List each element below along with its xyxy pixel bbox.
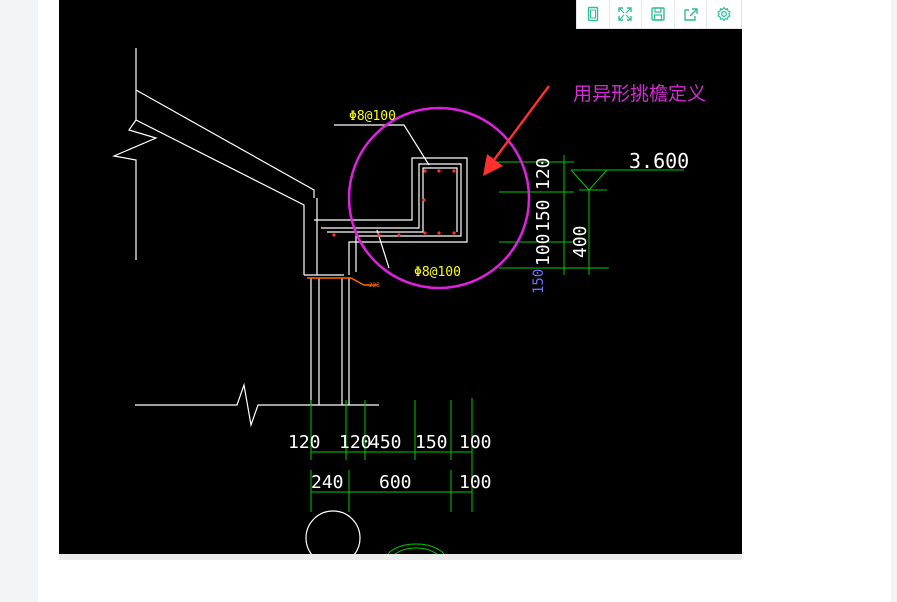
fullscreen-icon — [618, 7, 633, 21]
dim-h2-240: 240 — [311, 472, 344, 493]
rebar-label-top: Φ8@100 — [349, 109, 396, 124]
highlight-circle — [347, 106, 531, 290]
dim-h1-150: 150 — [415, 432, 448, 453]
dim-h1-120b: 120 — [339, 432, 372, 453]
right-scrollbar-track[interactable] — [891, 0, 897, 602]
share-button[interactable] — [675, 0, 708, 28]
dim-h1-450: 450 — [369, 432, 402, 453]
fit-page-icon — [587, 6, 598, 22]
image-toolbar — [576, 0, 742, 29]
viewer-bottom-edge — [59, 554, 742, 560]
dim-h2-600: 600 — [379, 472, 412, 493]
dim-v-150-secondary: 150 — [531, 269, 547, 294]
rebar-label-bottom: Φ8@100 — [414, 265, 461, 280]
dim-h2-100: 100 — [459, 472, 492, 493]
share-icon — [683, 8, 698, 21]
left-gutter — [0, 0, 38, 602]
fit-page-button[interactable] — [577, 0, 610, 28]
dim-v-100: 100 — [533, 233, 554, 266]
dim-v-120: 120 — [533, 157, 554, 190]
annotation-text: 用异形挑檐定义 — [573, 83, 707, 105]
building-outline — [111, 48, 468, 554]
dim-h1-100: 100 — [459, 432, 492, 453]
settings-button[interactable] — [707, 0, 741, 28]
save-button[interactable] — [642, 0, 675, 28]
dim-v-150: 150 — [533, 199, 554, 232]
dimension-lines — [310, 155, 684, 554]
small-label: 228 — [369, 282, 380, 289]
dim-h1-120a: 120 — [288, 432, 321, 453]
fullscreen-button[interactable] — [610, 0, 643, 28]
dim-v-400: 400 — [570, 225, 591, 258]
settings-icon — [717, 6, 731, 22]
elevation-label: 3.600 — [629, 149, 689, 173]
save-icon — [651, 7, 665, 21]
